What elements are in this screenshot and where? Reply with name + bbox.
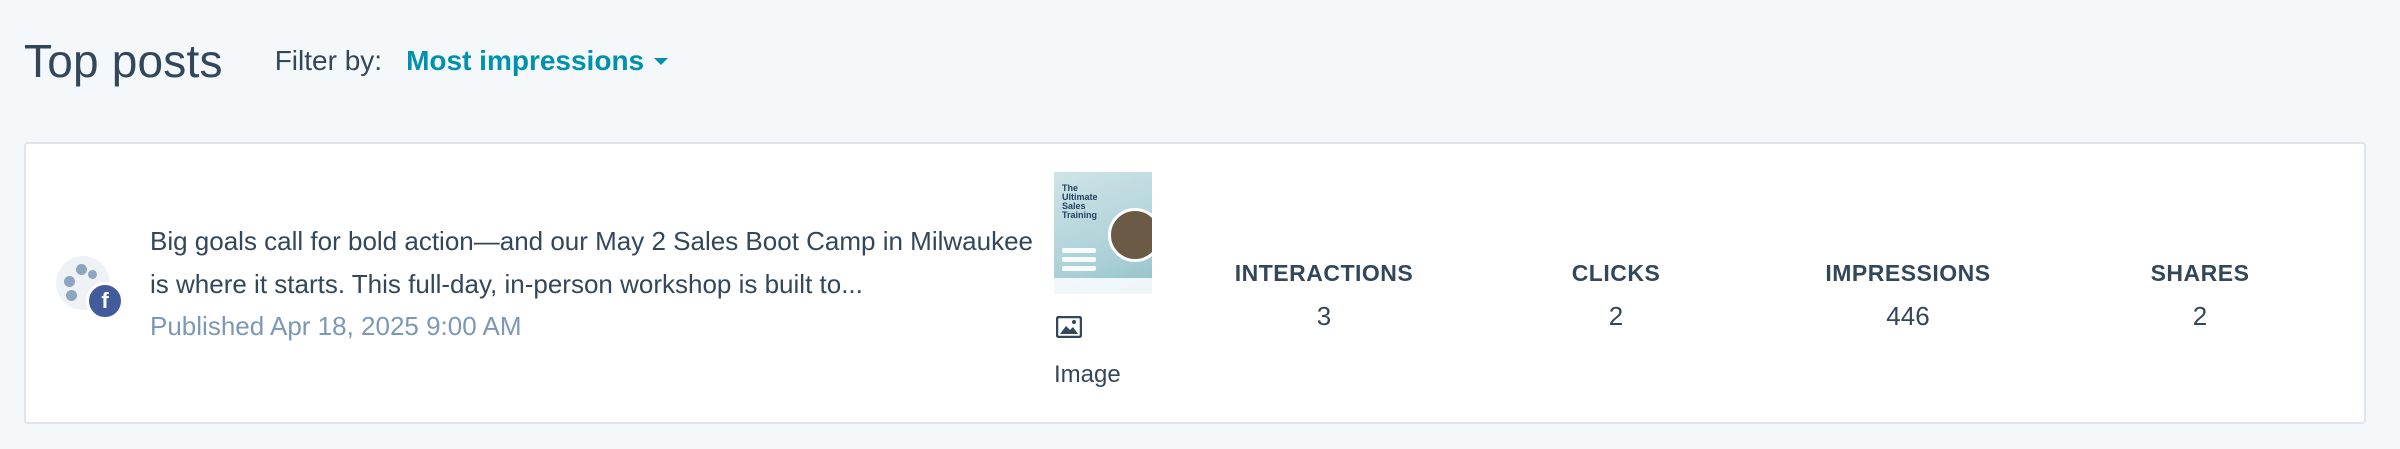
metric-value: 2 [1608, 301, 1624, 331]
metric-value: 2 [2192, 301, 2208, 331]
facebook-icon: f [86, 282, 124, 320]
top-posts-header: Top posts Filter by: Most impressions [24, 26, 669, 96]
media-type-label: Image [1054, 361, 1121, 388]
metric-label: CLICKS [1571, 260, 1661, 286]
thumbnail-photo [1108, 208, 1152, 262]
metric-label: IMPRESSIONS [1825, 260, 1991, 286]
filter-label: Filter by: [274, 45, 383, 76]
metric-clicks: CLICKS 2 [1496, 260, 1736, 332]
thumbnail-bar [1062, 257, 1096, 262]
page-title: Top posts [24, 35, 223, 87]
metric-value: 3 [1316, 301, 1332, 331]
account-avatar: f [56, 256, 126, 326]
post-content[interactable]: Big goals call for bold action—and our M… [150, 220, 1050, 346]
metric-value: 446 [1886, 301, 1930, 331]
post-card[interactable]: f Big goals call for bold action—and our… [24, 142, 2366, 424]
caret-down-icon[interactable] [654, 57, 669, 65]
image-icon [1055, 315, 1083, 339]
metric-label: SHARES [2150, 260, 2250, 286]
metric-impressions: IMPRESSIONS 446 [1788, 260, 2028, 332]
thumbnail-footer [1054, 278, 1152, 294]
avatar-dot [66, 290, 77, 301]
post-image-thumbnail[interactable]: The Ultimate Sales Training [1054, 172, 1152, 294]
thumbnail-bar [1062, 266, 1096, 271]
post-media[interactable]: The Ultimate Sales Training Image [1054, 172, 1164, 389]
post-body[interactable]: Big goals call for bold action—and our M… [150, 220, 1050, 306]
avatar-dot [88, 270, 97, 279]
avatar-dot [76, 264, 87, 275]
metric-shares: SHARES 2 [2080, 260, 2320, 332]
filter-dropdown[interactable]: Most impressions [406, 45, 669, 77]
metric-interactions: INTERACTIONS 3 [1204, 260, 1444, 332]
filter-dropdown-value[interactable]: Most impressions [406, 45, 644, 77]
thumbnail-bar [1062, 248, 1096, 253]
thumbnail-title: The Ultimate Sales Training [1062, 183, 1098, 220]
metric-label: INTERACTIONS [1234, 260, 1414, 286]
post-published-date: Published Apr 18, 2025 9:00 AM [150, 311, 522, 341]
avatar-dot [64, 276, 75, 287]
